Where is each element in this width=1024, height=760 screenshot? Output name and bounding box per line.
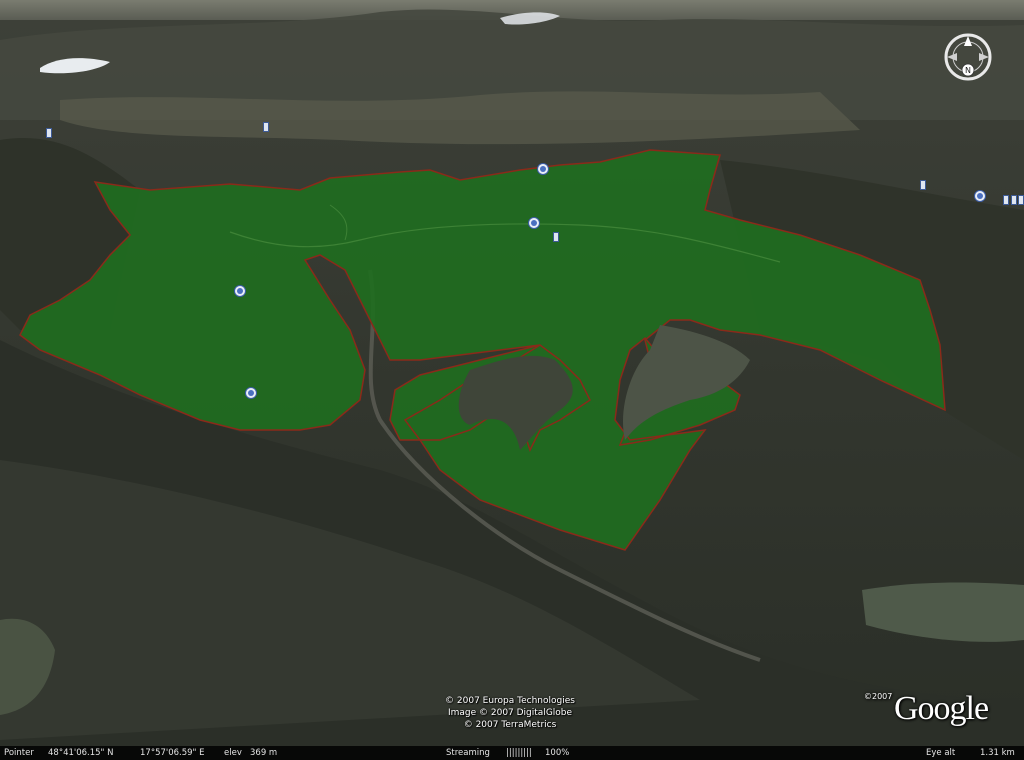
place-marker[interactable] bbox=[245, 387, 257, 399]
attribution-line: © 2007 TerraMetrics bbox=[463, 720, 557, 730]
compass-north-letter: N bbox=[965, 66, 971, 75]
status-bar: Pointer 48°41'06.15" N 17°57'06.59" E el… bbox=[0, 746, 1024, 760]
streaming-label: Streaming bbox=[446, 748, 490, 758]
info-pin[interactable] bbox=[263, 122, 269, 132]
logo-text: Google bbox=[894, 690, 989, 727]
place-marker[interactable] bbox=[528, 217, 540, 229]
streaming-bar: ||||||||| bbox=[506, 748, 532, 758]
pointer-longitude: 17°57'06.59" E bbox=[140, 748, 205, 758]
pointer-label: Pointer bbox=[4, 748, 34, 758]
info-pin[interactable] bbox=[1003, 195, 1009, 205]
map-viewport[interactable]: N © 2007 Europa Technologies Image © 200… bbox=[0, 0, 1024, 760]
info-pin[interactable] bbox=[1018, 195, 1024, 205]
place-marker[interactable] bbox=[537, 163, 549, 175]
eye-altitude-label: Eye alt bbox=[926, 748, 956, 758]
attribution-line: Image © 2007 DigitalGlobe bbox=[447, 708, 573, 718]
logo-year: ©2007 bbox=[864, 692, 893, 701]
compass-control[interactable]: N bbox=[943, 32, 993, 82]
attribution: © 2007 Europa Technologies Image © 2007 … bbox=[420, 695, 600, 731]
info-pin[interactable] bbox=[553, 232, 559, 242]
place-marker[interactable] bbox=[974, 190, 986, 202]
streaming-percent: 100% bbox=[545, 748, 570, 758]
info-pin[interactable] bbox=[1011, 195, 1017, 205]
attribution-line: © 2007 Europa Technologies bbox=[445, 696, 575, 706]
compass-icon: N bbox=[944, 33, 992, 81]
eye-altitude-value: 1.31 km bbox=[980, 748, 1015, 758]
elevation-value: 369 m bbox=[250, 748, 278, 758]
pointer-latitude: 48°41'06.15" N bbox=[48, 748, 114, 758]
info-pin[interactable] bbox=[920, 180, 926, 190]
elevation-label: elev bbox=[224, 748, 242, 758]
terrain-3d-view[interactable] bbox=[0, 0, 1024, 760]
info-pin[interactable] bbox=[46, 128, 52, 138]
place-marker[interactable] bbox=[234, 285, 246, 297]
